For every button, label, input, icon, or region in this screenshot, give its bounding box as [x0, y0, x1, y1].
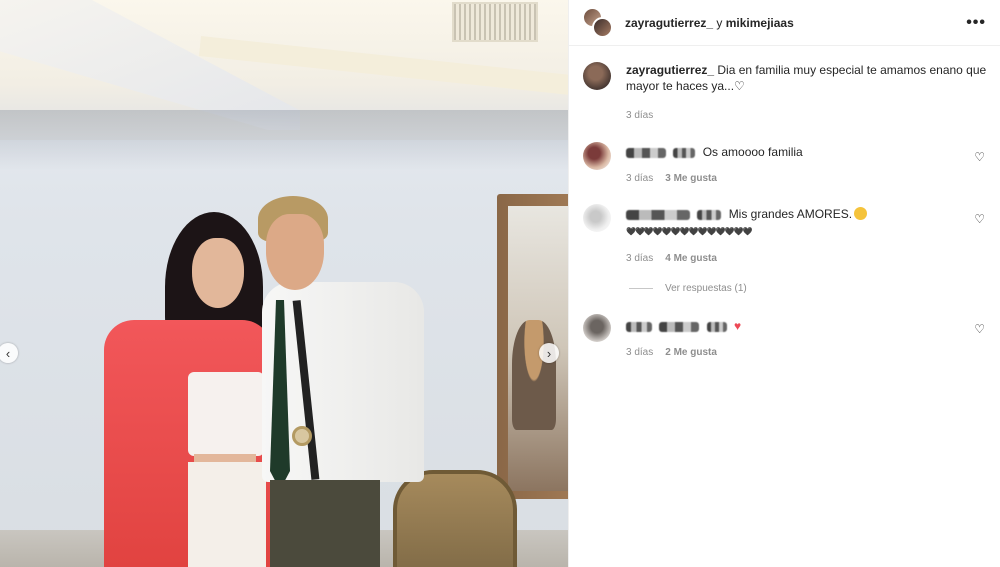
header-user2-link[interactable]: mikimejiaas	[726, 16, 794, 30]
heart-icon[interactable]: ♡	[974, 212, 985, 226]
comment-meta: 3 días 2 Me gusta	[626, 347, 717, 358]
comment-body: Mis grandes AMORES.	[728, 207, 853, 221]
comment-time[interactable]: 3 días	[626, 253, 653, 264]
post-caption: zayragutierrez_ Dia en familia muy espec…	[583, 62, 991, 94]
man-watch	[292, 426, 312, 446]
wall-shadow	[0, 110, 568, 170]
more-icon[interactable]: •••	[966, 14, 986, 32]
woman-face	[192, 238, 244, 308]
comment-item: Os amoooo familia ♡	[583, 142, 991, 170]
view-replies-label: Ver respuestas (1)	[665, 283, 747, 294]
avatar[interactable]	[583, 314, 611, 342]
comment-body: Os amoooo familia	[702, 145, 803, 159]
comment-text: Os amoooo familia	[626, 142, 956, 170]
comment-username[interactable]	[626, 147, 666, 158]
caption-text: zayragutierrez_ Dia en familia muy espec…	[626, 62, 991, 94]
man-pants	[270, 480, 380, 567]
post-sidebar: zayragutierrez_ y mikimejiaas ••• zayrag…	[568, 0, 1000, 567]
comment-meta: 3 días 4 Me gusta	[626, 253, 717, 264]
chair	[393, 470, 517, 567]
comment-text: ♥	[626, 314, 956, 342]
next-photo-button[interactable]: ›	[539, 343, 559, 363]
woman-pants	[188, 462, 266, 567]
avatar[interactable]	[583, 204, 611, 232]
comment-likes[interactable]: 3 Me gusta	[665, 173, 717, 184]
comment-text: Mis grandes AMORES. 🖤🖤🖤🖤🖤🖤🖤🖤🖤🖤🖤🖤🖤🖤	[626, 204, 956, 240]
avatar[interactable]	[583, 62, 611, 90]
avatar	[592, 16, 613, 38]
chevron-left-icon: ‹	[5, 345, 11, 361]
chevron-right-icon: ›	[546, 345, 552, 361]
comment-item: Mis grandes AMORES. 🖤🖤🖤🖤🖤🖤🖤🖤🖤🖤🖤🖤🖤🖤 ♡	[583, 204, 991, 240]
replies-divider	[629, 288, 653, 289]
comment-likes[interactable]: 2 Me gusta	[665, 347, 717, 358]
comment-username[interactable]	[626, 321, 652, 332]
avatar[interactable]	[583, 142, 611, 170]
comment-body-hearts: 🖤🖤🖤🖤🖤🖤🖤🖤🖤🖤🖤🖤🖤🖤	[626, 227, 752, 236]
comment-username[interactable]	[697, 209, 722, 220]
heart-icon[interactable]: ♡	[974, 322, 985, 336]
comment-meta: 3 días 3 Me gusta	[626, 173, 717, 184]
post-photo: ‹ ›	[0, 0, 568, 567]
woman-top	[188, 372, 264, 456]
post-header: zayragutierrez_ y mikimejiaas •••	[569, 0, 1000, 46]
caption-time[interactable]: 3 días	[626, 110, 653, 121]
header-usernames: zayragutierrez_ y mikimejiaas	[625, 16, 794, 30]
emoji-icon	[854, 207, 868, 220]
header-user1-link[interactable]: zayragutierrez_	[625, 16, 713, 30]
comment-username[interactable]	[659, 321, 700, 332]
comment-likes[interactable]: 4 Me gusta	[665, 253, 717, 264]
comment-username[interactable]	[626, 209, 690, 220]
heart-icon[interactable]: ♡	[974, 150, 985, 164]
man-face	[266, 214, 324, 290]
caption-username[interactable]: zayragutierrez_	[626, 63, 714, 77]
mirror-reflection	[512, 320, 556, 430]
comment-username[interactable]	[706, 321, 727, 332]
comment-time[interactable]: 3 días	[626, 347, 653, 358]
caption-meta: 3 días	[626, 110, 653, 121]
heart-outline-icon: ♡	[734, 79, 745, 93]
view-replies-button[interactable]: Ver respuestas (1)	[629, 283, 747, 294]
header-separator: y	[716, 15, 723, 30]
comment-item: ♥ ♡	[583, 314, 991, 342]
comment-username[interactable]	[673, 147, 696, 158]
prev-photo-button[interactable]: ‹	[0, 343, 18, 363]
comment-time[interactable]: 3 días	[626, 173, 653, 184]
header-avatars[interactable]	[583, 7, 613, 38]
red-heart-icon: ♥	[734, 319, 742, 333]
air-vent	[452, 2, 538, 42]
